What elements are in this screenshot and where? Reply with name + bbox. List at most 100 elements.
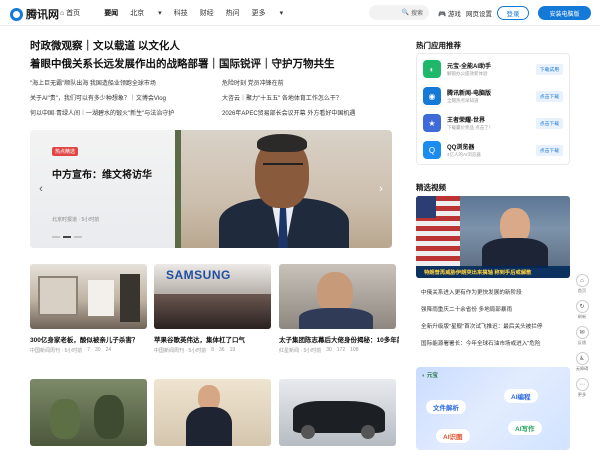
app-item[interactable]: ◐ 元宝-全能AI助手 解锁办公提效新体验 下载试用: [423, 60, 567, 80]
promo-brand-label: 元宝: [426, 373, 438, 379]
app-download-button[interactable]: 点击下载: [535, 91, 563, 102]
app-item[interactable]: ◉ 腾讯新闻-电脑版 全网热点早知道 点击下载: [423, 87, 567, 107]
card-meta: 中国新闻周刊 · 5小时前 7 30 24: [30, 347, 150, 354]
video-section-title: 精选视频: [416, 183, 446, 192]
card-comments: 36: [219, 347, 225, 353]
carousel-dot[interactable]: [52, 236, 60, 238]
carousel-dot-active[interactable]: [63, 236, 71, 238]
main-nav: ⌂ 首页 要闻 北京 ▾ 科技 财经 热问 更多 ▾: [60, 8, 295, 18]
card-shares: 24: [105, 347, 112, 353]
featured-video[interactable]: 特朗普再威胁伊朗突出来搞轴 称到手后或解散: [416, 196, 570, 278]
sub-news-item[interactable]: "海上巨无霸"顺队出海 我国造船业领跑全球市场: [30, 78, 156, 87]
nav-item-beijing[interactable]: 北京 ▾: [130, 8, 161, 18]
promo-pill-ai-coding[interactable]: AI编程: [504, 389, 538, 403]
thumb-samsung-sign: SAMSUNG: [166, 268, 231, 282]
float-accessibility-label: 无障碍: [575, 366, 589, 371]
app-item[interactable]: Q QQ浏览器 4亿人的AI浏览器 点击下载: [423, 141, 567, 161]
thumb-wheel: [361, 425, 375, 439]
app-download-button[interactable]: 点击下载: [535, 145, 563, 156]
card-title[interactable]: 苹果谷歌英伟达，集体杠了口气: [154, 334, 274, 344]
app-desc: 4亿人的AI浏览器: [447, 152, 481, 157]
video-list-item[interactable]: 强降雨重庆二十余省份 多地局部暴雨: [421, 305, 569, 313]
nav-item-news[interactable]: 要闻: [104, 8, 118, 18]
app-item[interactable]: ★ 王者荣耀-世界 下载赢价奖品 点击了！ 点击下载: [423, 114, 567, 134]
carousel-next-icon[interactable]: ›: [374, 182, 388, 196]
promo-pill-ai-writing[interactable]: AI写作: [508, 421, 542, 435]
app-desc: 全网热点早知道: [447, 98, 479, 103]
card-title[interactable]: 300亿身家老板，酸似被亲儿子杀害？: [30, 334, 150, 344]
yuanbao-promo-banner[interactable]: ◐ 元宝 文件解析 AI编程 AI识图 AI写作: [416, 367, 570, 450]
video-flag-canton: [416, 196, 436, 218]
nav-item-finance[interactable]: 财经: [200, 8, 214, 18]
nav-item-more-label: 更多: [251, 10, 266, 17]
search-box[interactable]: 🔍 搜索: [369, 5, 429, 20]
games-link[interactable]: 🎮 游戏: [438, 8, 461, 18]
float-accessibility-button[interactable]: ♿ 无障碍: [574, 352, 590, 376]
app-name: 王者荣耀-世界: [447, 118, 485, 124]
thumb-door: [120, 274, 140, 322]
nav-item-home-label: 首页: [66, 10, 81, 17]
app-download-button[interactable]: 点击下载: [535, 118, 563, 129]
news-card[interactable]: 太子集团陈志幕后大佬身份揭秘：10多年前公安部挂牌督办的案件头目之一 红星新闻 …: [279, 264, 399, 354]
photo-glasses: [263, 163, 303, 171]
top-bar: 腾讯网 ⌂ 首页 要闻 北京 ▾ 科技 财经 热问 更多 ▾ 🔍 搜索 🎮 游戏…: [0, 0, 600, 26]
qq-browser-app-icon: Q: [423, 141, 441, 159]
card-likes: 30: [326, 347, 332, 353]
app-download-button[interactable]: 下载试用: [535, 64, 563, 75]
news-card[interactable]: 300亿身家老板，酸似被亲儿子杀害？ 中国新闻周刊 · 5小时前 7 30 24: [30, 264, 150, 354]
home-icon: ⌂: [575, 274, 589, 287]
nav-item-hot[interactable]: 热问: [226, 8, 240, 18]
app-name: 元宝-全能AI助手: [447, 64, 491, 70]
nav-item-tech[interactable]: 科技: [174, 8, 188, 18]
float-home-button[interactable]: ⌂ 首页: [574, 274, 590, 298]
login-button[interactable]: 登录: [497, 6, 529, 20]
promo-pill-ai-vision[interactable]: AI识图: [436, 429, 470, 443]
carousel-meta: 北京时报道 · 5小时前: [52, 217, 100, 223]
promo-pill-file-parse[interactable]: 文件解析: [426, 400, 466, 414]
thumb-crowd: [154, 294, 271, 329]
card-thumbnail: SAMSUNG: [154, 264, 271, 329]
news-card[interactable]: [279, 379, 396, 446]
headline-2[interactable]: 着眼中俄关系长远发展作出的战略部署｜国际锐评｜守护万物共生: [30, 56, 335, 71]
video-list-item[interactable]: 全新升级版"星舰"首次试飞推迟：最后关头被拦停: [421, 322, 569, 330]
news-card[interactable]: SAMSUNG 苹果谷歌英伟达，集体杠了口气 中国新闻周刊 · 5小时前 8 3…: [154, 264, 274, 354]
carousel-photo[interactable]: [175, 130, 392, 248]
nav-item-home[interactable]: ⌂ 首页: [60, 8, 92, 18]
card-title[interactable]: 太子集团陈志幕后大佬身份揭秘：10多年前公安部挂牌督办的案件头目之一: [279, 334, 399, 344]
card-source: 中国新闻周刊 · 5小时前: [30, 348, 83, 354]
carousel-dots[interactable]: [52, 236, 82, 238]
news-card[interactable]: [30, 379, 147, 446]
video-list-item[interactable]: 国际能源署署长：今年全球石油市场或进入"危险: [421, 339, 569, 347]
sub-news-item[interactable]: 危险时刻 党员冲锋在前: [222, 78, 284, 87]
card-comments: 30: [95, 347, 101, 353]
float-feedback-button[interactable]: ✉ 反馈: [574, 326, 590, 350]
card-source: 中国新闻周刊 · 5小时前: [154, 348, 207, 354]
float-more-button[interactable]: ⋯ 更多: [574, 378, 590, 402]
card-meta: 中国新闻周刊 · 5小时前 8 36 19: [154, 347, 274, 354]
site-logo[interactable]: 腾讯网: [10, 6, 59, 22]
install-pc-button[interactable]: 安装电脑版: [538, 6, 591, 20]
sub-news-item[interactable]: 大咨云｜聚力"十五五" 各地体育工作怎么干？: [222, 93, 342, 102]
sub-news-item[interactable]: 何以中国·青绿人间｜一湖碧水的锻火"新生"与法治守护: [30, 108, 174, 117]
carousel-prev-icon[interactable]: ‹: [34, 182, 48, 196]
thumb-shirt: [299, 308, 373, 329]
featured-carousel[interactable]: 热点精选 中方宣布：维文将访华 北京时报道 · 5小时前 ‹ ›: [30, 130, 392, 248]
search-label: 搜索: [410, 11, 423, 17]
headline-1[interactable]: 时政微观察｜文以载道 以文化人: [30, 38, 180, 53]
app-name: 腾讯新闻-电脑版: [447, 91, 491, 97]
video-list-item[interactable]: 中俄关系进入更有作为更快发展的新阶段: [421, 288, 569, 296]
thumb-figure: [50, 399, 80, 439]
float-feedback-label: 反馈: [577, 340, 587, 345]
float-refresh-button[interactable]: ↻ 刷新: [574, 300, 590, 324]
logo-icon: [10, 7, 23, 21]
news-card[interactable]: [154, 379, 271, 446]
nav-item-more[interactable]: 更多 ▾: [252, 8, 283, 18]
carousel-title[interactable]: 中方宣布：维文将访华: [52, 166, 152, 181]
sub-news-item[interactable]: 2026年APEC贸易部长会议开幕 外方看好中国机遇: [222, 108, 355, 117]
photo-hair: [257, 134, 307, 152]
sub-news-item[interactable]: 关于AI"贵"，我们可以有多少种想象？｜文博会Vlog: [30, 93, 166, 102]
carousel-side-strip: [175, 130, 181, 248]
promo-brand: ◐ 元宝: [422, 373, 438, 379]
homepage-settings-link[interactable]: 网页设置: [466, 8, 492, 18]
carousel-dot[interactable]: [74, 236, 82, 238]
